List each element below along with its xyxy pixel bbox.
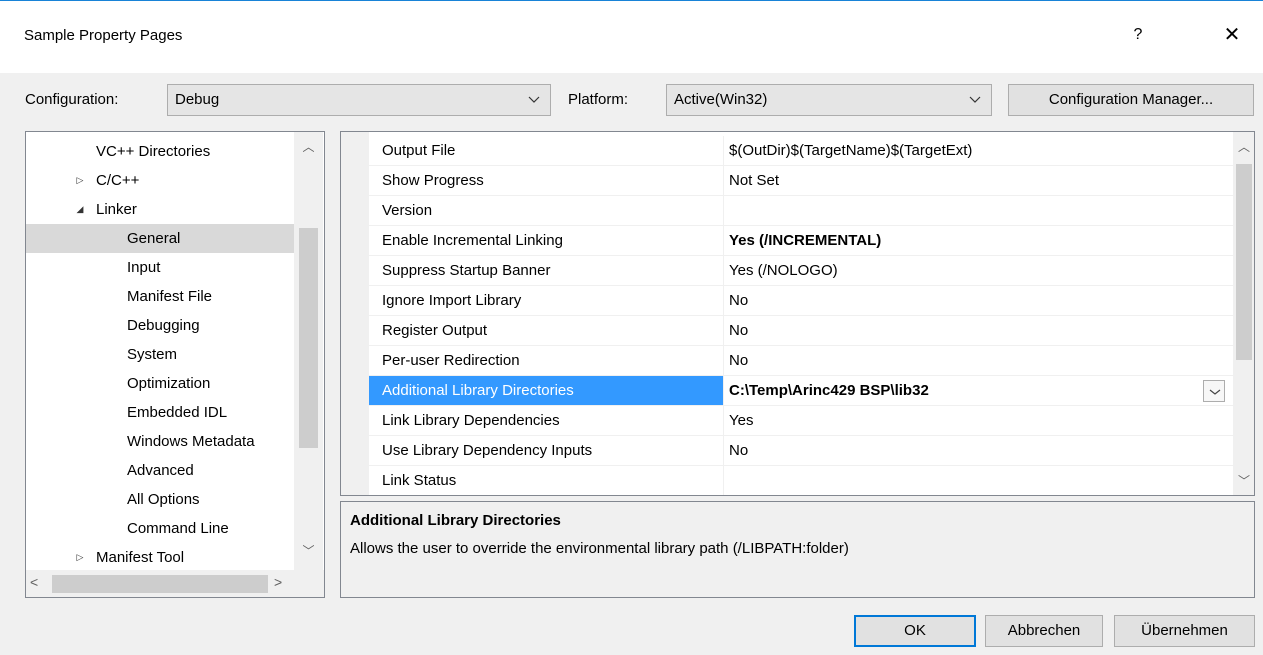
property-value[interactable] bbox=[725, 196, 1233, 225]
cancel-button[interactable]: Abbrechen bbox=[985, 615, 1103, 647]
property-row-show-progress[interactable]: Show Progress Not Set bbox=[369, 166, 1233, 196]
tree-item-label: Input bbox=[127, 259, 161, 276]
tree-item-label: Command Line bbox=[127, 520, 229, 537]
tree-item-label: C/C++ bbox=[96, 172, 140, 189]
property-value[interactable]: No bbox=[725, 316, 1233, 345]
property-value[interactable]: No bbox=[725, 286, 1233, 315]
value-dropdown-button[interactable] bbox=[1203, 380, 1225, 402]
grid-vertical-scrollbar[interactable]: ︿ ﹀ bbox=[1233, 132, 1254, 495]
property-value[interactable]: No bbox=[725, 346, 1233, 375]
scroll-thumb[interactable] bbox=[52, 575, 268, 593]
scroll-down-icon[interactable]: ﹀ bbox=[1233, 472, 1254, 489]
description-text: Allows the user to override the environm… bbox=[350, 540, 849, 557]
property-name: Show Progress bbox=[369, 166, 724, 195]
property-grid[interactable]: Output File $(OutDir)$(TargetName)$(Targ… bbox=[340, 131, 1255, 496]
close-button[interactable]: ✕ bbox=[1214, 19, 1250, 51]
tree-item-label: System bbox=[127, 346, 178, 363]
property-value[interactable]: $(OutDir)$(TargetName)$(TargetExt) bbox=[725, 136, 1233, 165]
tree-item-label: General bbox=[127, 230, 181, 247]
collapse-arrow-icon[interactable]: ◢ bbox=[73, 195, 87, 224]
property-name: Ignore Import Library bbox=[369, 286, 724, 315]
property-name: Link Library Dependencies bbox=[369, 406, 724, 435]
tree-item-label: Optimization bbox=[127, 375, 211, 392]
configuration-dropdown[interactable]: Debug bbox=[167, 84, 551, 116]
configuration-value: Debug bbox=[175, 91, 220, 108]
scroll-left-icon[interactable]: < bbox=[30, 574, 38, 590]
scroll-down-icon[interactable]: ﹀ bbox=[294, 542, 323, 559]
scroll-right-icon[interactable]: > bbox=[274, 574, 282, 590]
ok-button[interactable]: OK bbox=[854, 615, 976, 647]
description-title: Additional Library Directories bbox=[350, 512, 561, 529]
tree-horizontal-scrollbar[interactable]: < > bbox=[26, 570, 324, 597]
property-row-ignore-import-library[interactable]: Ignore Import Library No bbox=[369, 286, 1233, 316]
scroll-thumb[interactable] bbox=[299, 228, 318, 448]
property-row-per-user-redirection[interactable]: Per-user Redirection No bbox=[369, 346, 1233, 376]
tree-item-label: Advanced bbox=[127, 462, 194, 479]
apply-button[interactable]: Übernehmen bbox=[1114, 615, 1255, 647]
property-row-use-library-dependency-inputs[interactable]: Use Library Dependency Inputs No bbox=[369, 436, 1233, 466]
tree-item-label: Manifest File bbox=[127, 288, 213, 305]
tree-item-label: All Options bbox=[127, 491, 200, 508]
configuration-manager-button[interactable]: Configuration Manager... bbox=[1008, 84, 1254, 116]
property-name: Output File bbox=[369, 136, 724, 165]
property-row-version[interactable]: Version bbox=[369, 196, 1233, 226]
property-value[interactable]: Not Set bbox=[725, 166, 1233, 195]
property-value[interactable]: Yes bbox=[725, 406, 1233, 435]
property-row-register-output[interactable]: Register Output No bbox=[369, 316, 1233, 346]
property-row-suppress-startup-banner[interactable]: Suppress Startup Banner Yes (/NOLOGO) bbox=[369, 256, 1233, 286]
tree-item-label: Windows Metadata bbox=[127, 433, 255, 450]
tree-vertical-scrollbar[interactable]: ︿ ﹀ bbox=[294, 132, 323, 570]
scroll-up-icon[interactable]: ︿ bbox=[294, 138, 323, 155]
window-title: Sample Property Pages bbox=[24, 27, 183, 44]
expand-arrow-icon[interactable]: ▷ bbox=[73, 543, 87, 572]
property-name: Use Library Dependency Inputs bbox=[369, 436, 724, 465]
tree-item-label: Linker bbox=[96, 201, 137, 218]
property-name: Version bbox=[369, 196, 724, 225]
tree-item-label: Embedded IDL bbox=[127, 404, 228, 421]
configuration-label: Configuration: bbox=[25, 91, 119, 108]
property-value[interactable]: Yes (/NOLOGO) bbox=[725, 256, 1233, 285]
tree-item-label: Debugging bbox=[127, 317, 200, 334]
property-name: Register Output bbox=[369, 316, 724, 345]
property-pages-dialog: Sample Property Pages ? ✕ Configuration:… bbox=[0, 0, 1263, 655]
property-value[interactable]: No bbox=[725, 436, 1233, 465]
platform-value: Active(Win32) bbox=[674, 91, 768, 108]
property-row-enable-incremental-linking[interactable]: Enable Incremental Linking Yes (/INCREME… bbox=[369, 226, 1233, 256]
property-name: Per-user Redirection bbox=[369, 346, 724, 375]
tree-item-label: VC++ Directories bbox=[96, 143, 211, 160]
tree-item-general[interactable]: General bbox=[26, 224, 294, 253]
help-button[interactable]: ? bbox=[1120, 19, 1156, 51]
tree-item-label: Manifest Tool bbox=[96, 549, 185, 566]
property-value[interactable]: C:\Temp\Arinc429 BSP\lib32 bbox=[725, 376, 1233, 405]
property-name: Additional Library Directories bbox=[369, 376, 724, 405]
property-name: Link Status bbox=[369, 466, 724, 495]
title-bar: Sample Property Pages ? ✕ bbox=[0, 1, 1263, 73]
scroll-up-icon[interactable]: ︿ bbox=[1233, 138, 1254, 155]
grid-gutter bbox=[341, 132, 369, 495]
property-row-link-library-dependencies[interactable]: Link Library Dependencies Yes bbox=[369, 406, 1233, 436]
description-panel: Additional Library Directories Allows th… bbox=[340, 501, 1255, 598]
property-value[interactable]: Yes (/INCREMENTAL) bbox=[725, 226, 1233, 255]
chevron-down-icon bbox=[524, 85, 544, 115]
expand-arrow-icon[interactable]: ▷ bbox=[73, 166, 87, 195]
chevron-down-icon bbox=[965, 85, 985, 115]
platform-dropdown[interactable]: Active(Win32) bbox=[666, 84, 992, 116]
scroll-thumb[interactable] bbox=[1236, 164, 1252, 360]
property-row-link-status[interactable]: Link Status bbox=[369, 466, 1233, 495]
property-value[interactable] bbox=[725, 466, 1233, 495]
property-name: Suppress Startup Banner bbox=[369, 256, 724, 285]
property-row-output-file[interactable]: Output File $(OutDir)$(TargetName)$(Targ… bbox=[369, 136, 1233, 166]
category-tree[interactable]: VC++ Directories ▷ C/C++ ◢ Linker Genera… bbox=[25, 131, 325, 598]
property-name: Enable Incremental Linking bbox=[369, 226, 724, 255]
property-row-additional-library-directories[interactable]: Additional Library Directories C:\Temp\A… bbox=[369, 376, 1233, 406]
platform-label: Platform: bbox=[568, 91, 629, 108]
